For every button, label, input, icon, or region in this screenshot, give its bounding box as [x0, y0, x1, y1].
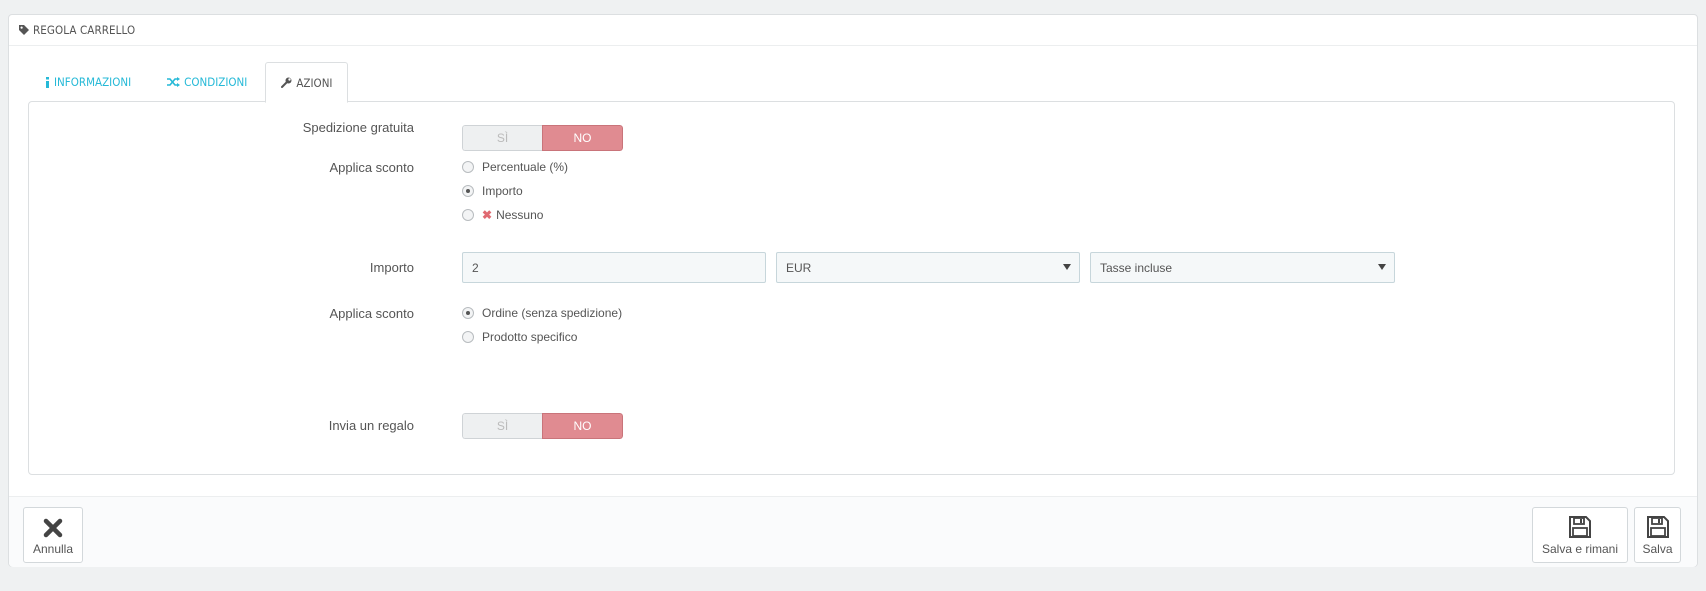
radio-ordine[interactable]: Ordine (senza spedizione) — [462, 306, 622, 320]
gift-switch[interactable]: SÌ NO — [462, 413, 623, 439]
radio-circle-checked — [462, 185, 474, 197]
actions-tab-pane — [28, 101, 1675, 475]
tab-bar: INFORMAZIONI CONDIZIONI AZIONI — [27, 62, 349, 103]
save-and-stay-button[interactable]: Salva e rimani — [1532, 507, 1628, 563]
cancel-button[interactable]: Annulla — [23, 507, 83, 563]
tag-icon — [18, 24, 30, 36]
radio-circle — [462, 161, 474, 173]
radio-circle — [462, 209, 474, 221]
tab-informazioni[interactable]: INFORMAZIONI — [27, 62, 149, 102]
gift-yes[interactable]: SÌ — [462, 413, 542, 439]
cancel-label: Annulla — [32, 542, 74, 556]
caret-down-icon — [1378, 264, 1386, 270]
close-icon — [42, 517, 64, 539]
radio-circle — [462, 331, 474, 343]
panel-title: REGOLA CARRELLO — [33, 23, 136, 37]
tab-azioni-label: AZIONI — [296, 75, 333, 90]
close-icon: ✖ — [482, 208, 493, 222]
free-shipping-no[interactable]: NO — [542, 125, 623, 151]
radio-ordine-label: Ordine (senza spedizione) — [482, 306, 623, 320]
currency-select[interactable]: EUR — [776, 252, 1080, 283]
amount-label: Importo — [369, 260, 414, 275]
radio-nessuno-label: Nessuno — [496, 208, 544, 222]
random-icon — [167, 77, 181, 87]
save-button[interactable]: Salva — [1634, 507, 1681, 563]
gift-no[interactable]: NO — [542, 413, 623, 439]
apply-discount-to-label: Applica sconto — [329, 306, 414, 321]
free-shipping-yes[interactable]: SÌ — [462, 125, 542, 151]
amount-input[interactable]: 2 — [462, 252, 766, 283]
wrench-icon — [281, 77, 292, 88]
tab-informazioni-label: INFORMAZIONI — [54, 75, 132, 89]
tab-condizioni[interactable]: CONDIZIONI — [149, 62, 265, 102]
free-shipping-label: Spedizione gratuita — [302, 120, 414, 135]
panel-footer: Annulla Salva e rimani Salva — [9, 496, 1697, 567]
panel-heading: REGOLA CARRELLO — [9, 15, 1697, 46]
tab-condizioni-label: CONDIZIONI — [184, 75, 248, 89]
currency-select-value: EUR — [786, 260, 812, 275]
tab-azioni[interactable]: AZIONI — [265, 62, 349, 103]
radio-prodotto-label: Prodotto specifico — [482, 330, 578, 344]
save-label: Salva — [1642, 542, 1673, 556]
tax-select[interactable]: Tasse incluse — [1090, 252, 1395, 283]
info-icon — [45, 76, 50, 88]
radio-prodotto-specifico[interactable]: Prodotto specifico — [462, 330, 577, 344]
radio-circle-checked — [462, 307, 474, 319]
radio-percentuale-label: Percentuale (%) — [482, 160, 569, 174]
radio-percentuale[interactable]: Percentuale (%) — [462, 160, 568, 174]
save-icon — [1646, 515, 1670, 539]
cart-rule-panel: REGOLA CARRELLO INFORMAZIONI CONDIZIONI … — [8, 14, 1698, 567]
tax-select-value: Tasse incluse — [1100, 260, 1173, 275]
radio-nessuno[interactable]: ✖ Nessuno — [462, 208, 543, 222]
gift-label: Invia un regalo — [328, 418, 414, 433]
free-shipping-switch[interactable]: SÌ NO — [462, 125, 623, 151]
radio-importo-label: Importo — [482, 184, 523, 198]
caret-down-icon — [1063, 264, 1071, 270]
apply-discount-label: Applica sconto — [329, 160, 414, 175]
radio-importo[interactable]: Importo — [462, 184, 523, 198]
save-icon — [1568, 515, 1592, 539]
save-and-stay-label: Salva e rimani — [1541, 542, 1619, 556]
